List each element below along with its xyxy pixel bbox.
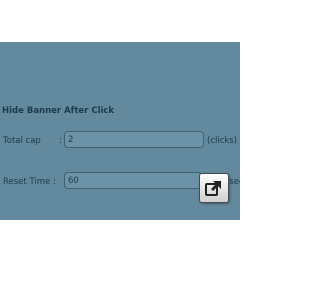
reset-time-label: Reset Time :: [3, 177, 56, 187]
total-cap-unit: (clicks): [207, 136, 238, 146]
total-cap-colon: :: [59, 136, 62, 146]
total-cap-input[interactable]: [64, 131, 204, 148]
reset-time-input[interactable]: [64, 172, 202, 189]
section-title: Hide Banner After Click: [2, 106, 115, 116]
total-cap-label: Total cap: [3, 136, 41, 146]
popout-button[interactable]: [199, 173, 229, 203]
external-link-icon: [205, 181, 221, 196]
